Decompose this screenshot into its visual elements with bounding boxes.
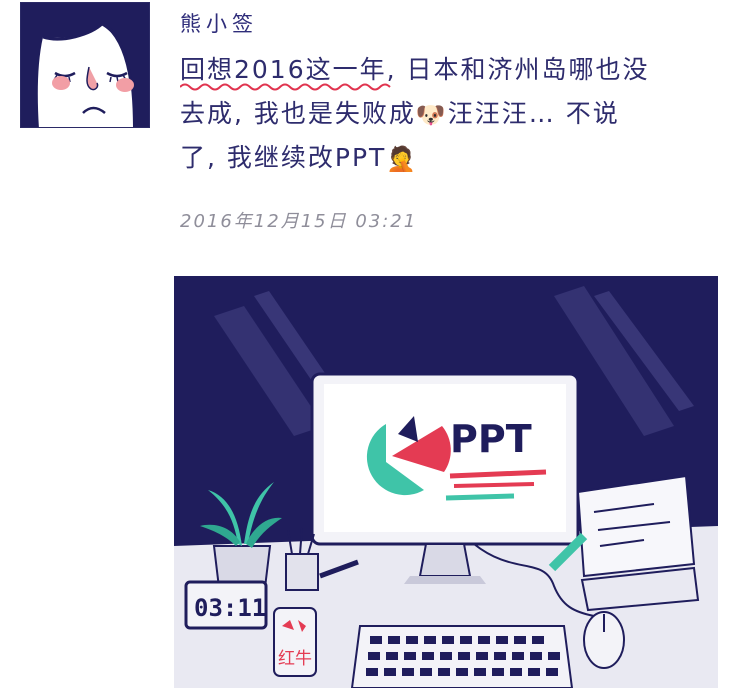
timestamp: 2016年12月15日 03:21 [180, 211, 418, 232]
post-illustration[interactable]: PPT 03:11 红牛 [174, 276, 718, 688]
ppt-title: PPT [450, 417, 532, 461]
post-line-2: 去成, 我也是失败成🐶汪汪汪… 不说 [180, 92, 700, 136]
clock-time: 03:11 [194, 594, 266, 622]
post-line-1: 回想2016这一年, 日本和济州岛哪也没 [180, 48, 700, 92]
post-text-segment: 去成, 我也是失败成 [180, 99, 416, 128]
post-text-segment: 日本和济州岛哪也没 [396, 55, 650, 84]
avatar[interactable] [20, 2, 150, 128]
facepalm-emoji-icon: 🤦 [386, 145, 419, 173]
post-line-3: 了, 我继续改PPT🤦 [180, 136, 700, 180]
username[interactable]: 熊小签 [180, 8, 258, 38]
can-label: 红牛 [278, 649, 312, 669]
post-text-segment: 汪汪汪… 不说 [447, 99, 620, 128]
post-text: 回想2016这一年, 日本和济州岛哪也没 去成, 我也是失败成🐶汪汪汪… 不说 … [180, 48, 700, 180]
dog-emoji-icon: 🐶 [415, 101, 448, 129]
post-text-segment: 了, 我继续改PPT [180, 143, 387, 172]
highlighted-text[interactable]: 回想2016这一年, [180, 48, 397, 92]
